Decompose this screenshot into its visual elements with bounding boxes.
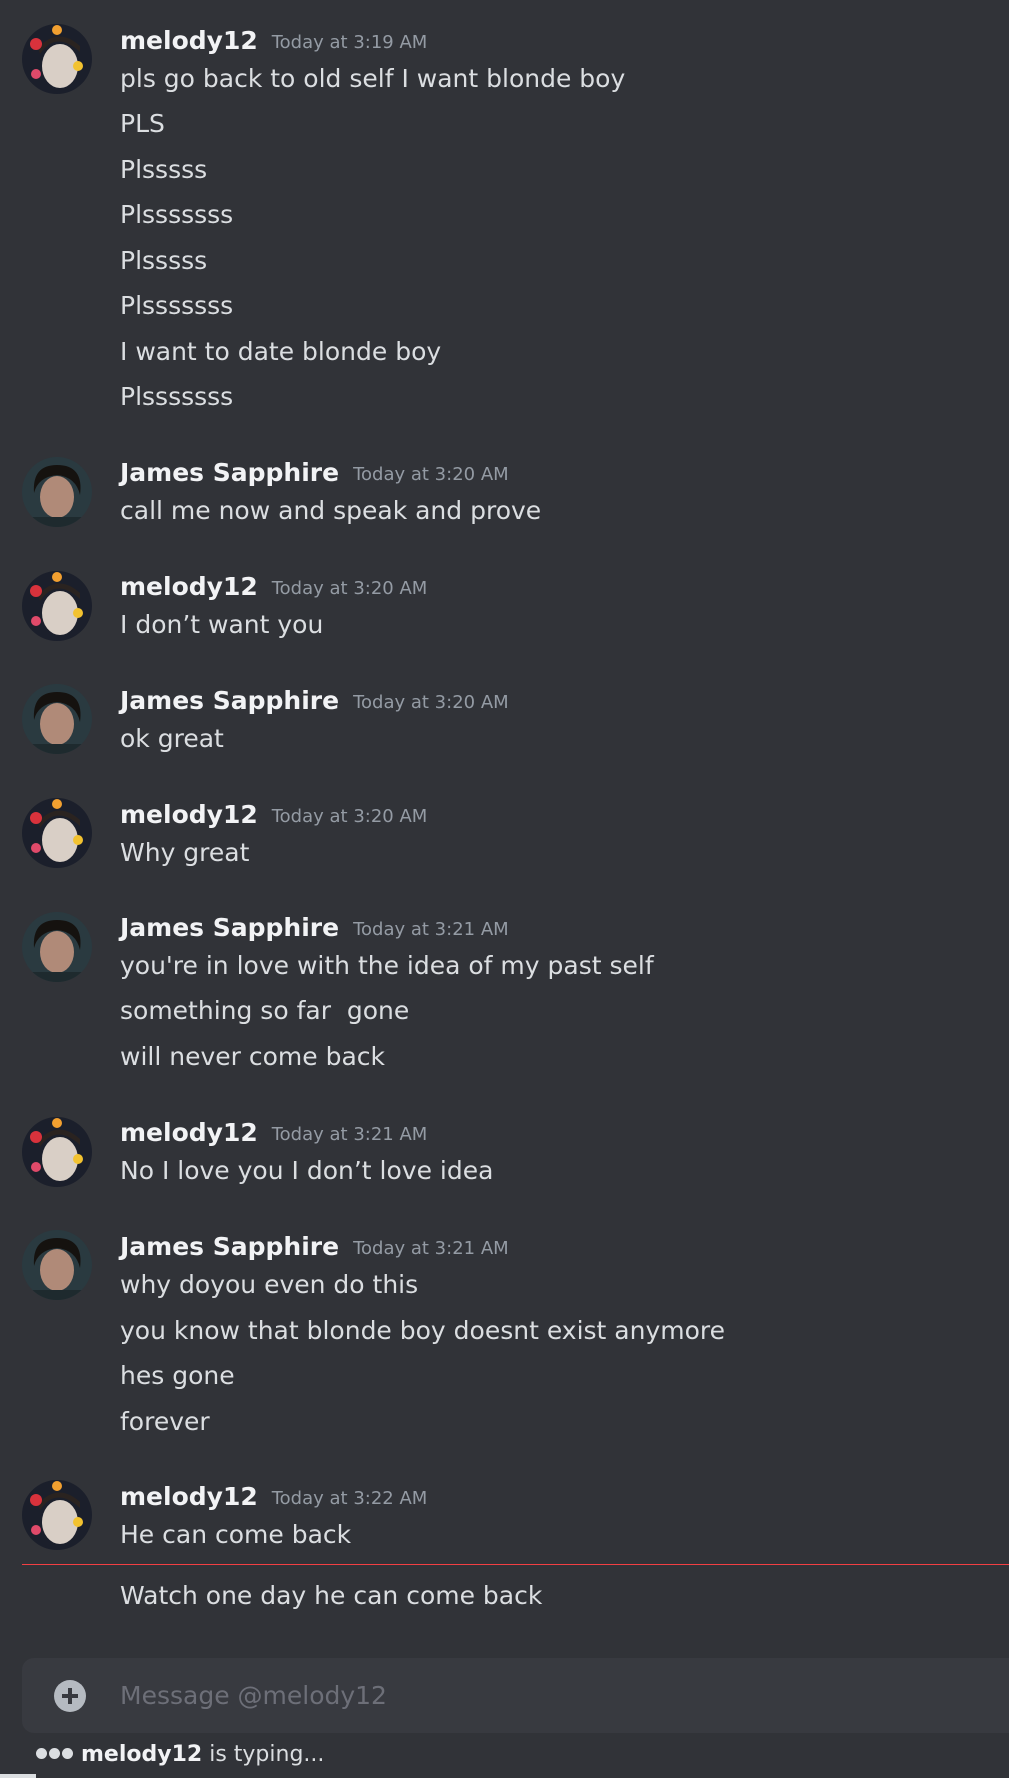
message-text: why doyou even do this [120,1270,419,1299]
message-text: Why great [120,838,250,867]
avatar-james-sapphire[interactable] [22,684,92,754]
message-text: Watch one day he can come back [120,1581,543,1610]
message-text: Plsssssss [120,291,234,320]
message-text: PLS [120,109,165,138]
author-name[interactable]: James Sapphire Today at 3:20 AM [120,458,509,490]
typing-dots-icon [36,1740,75,1766]
message-text: Plsssssss [120,200,234,229]
scrollbar-thumb[interactable] [0,1774,36,1778]
message-text: hes gone [120,1361,235,1390]
author-name[interactable]: melody12 Today at 3:20 AM [120,800,427,832]
typing-suffix: is typing... [202,1742,325,1767]
message-text: forever [120,1407,210,1436]
author-name[interactable]: melody12 Today at 3:19 AM [120,26,427,58]
message-composer [22,1658,1009,1733]
avatar-james-sapphire[interactable] [22,457,92,527]
message-text: Plsssssss [120,382,234,411]
message-text: ok great [120,724,224,753]
avatar-melody12[interactable] [22,571,92,641]
timestamp: Today at 3:20 AM [271,578,428,599]
avatar-melody12[interactable] [22,1480,92,1550]
author-name[interactable]: melody12 Today at 3:22 AM [120,1482,427,1514]
timestamp: Today at 3:20 AM [353,464,509,485]
timestamp: Today at 3:21 AM [353,1238,509,1259]
typing-indicator: melody12 is typing... [36,1740,324,1768]
message-text: I want to date blonde boy [120,337,442,366]
chat-window: melody12 Today at 3:19 AM pls go back to … [0,0,1009,1778]
message-text: He can come back [120,1520,352,1549]
timestamp: Today at 3:20 AM [353,692,509,713]
timestamp: Today at 3:21 AM [353,919,509,940]
typing-user: melody12 [81,1742,203,1767]
message-text: something so far gone [120,996,410,1025]
author-name[interactable]: James Sapphire Today at 3:21 AM [120,1232,509,1264]
author-name[interactable]: James Sapphire Today at 3:20 AM [120,686,509,718]
timestamp: Today at 3:20 AM [271,806,428,827]
timestamp: Today at 3:21 AM [271,1124,428,1145]
avatar-james-sapphire[interactable] [22,912,92,982]
avatar-melody12[interactable] [22,24,92,94]
author-name[interactable]: melody12 Today at 3:21 AM [120,1118,427,1150]
timestamp: Today at 3:22 AM [271,1488,428,1509]
message-text: you're in love with the idea of my past … [120,951,654,980]
message-text: Plsssss [120,246,208,275]
avatar-melody12[interactable] [22,798,92,868]
message-text: Plsssss [120,155,208,184]
message-text: pls go back to old self I want blonde bo… [120,64,626,93]
message-text: call me now and speak and prove [120,496,542,525]
message-text: will never come back [120,1042,385,1071]
message-text: No I love you I don’t love idea [120,1156,494,1185]
message-text: you know that blonde boy doesnt exist an… [120,1316,726,1345]
avatar-james-sapphire[interactable] [22,1230,92,1300]
add-attachment-plus-icon[interactable] [54,1680,86,1712]
new-messages-divider [22,1564,1009,1565]
author-name[interactable]: melody12 Today at 3:20 AM [120,572,427,604]
message-input[interactable] [120,1673,980,1717]
avatar-melody12[interactable] [22,1117,92,1187]
message-text: I don’t want you [120,610,324,639]
author-name[interactable]: James Sapphire Today at 3:21 AM [120,913,509,945]
timestamp: Today at 3:19 AM [271,32,428,53]
